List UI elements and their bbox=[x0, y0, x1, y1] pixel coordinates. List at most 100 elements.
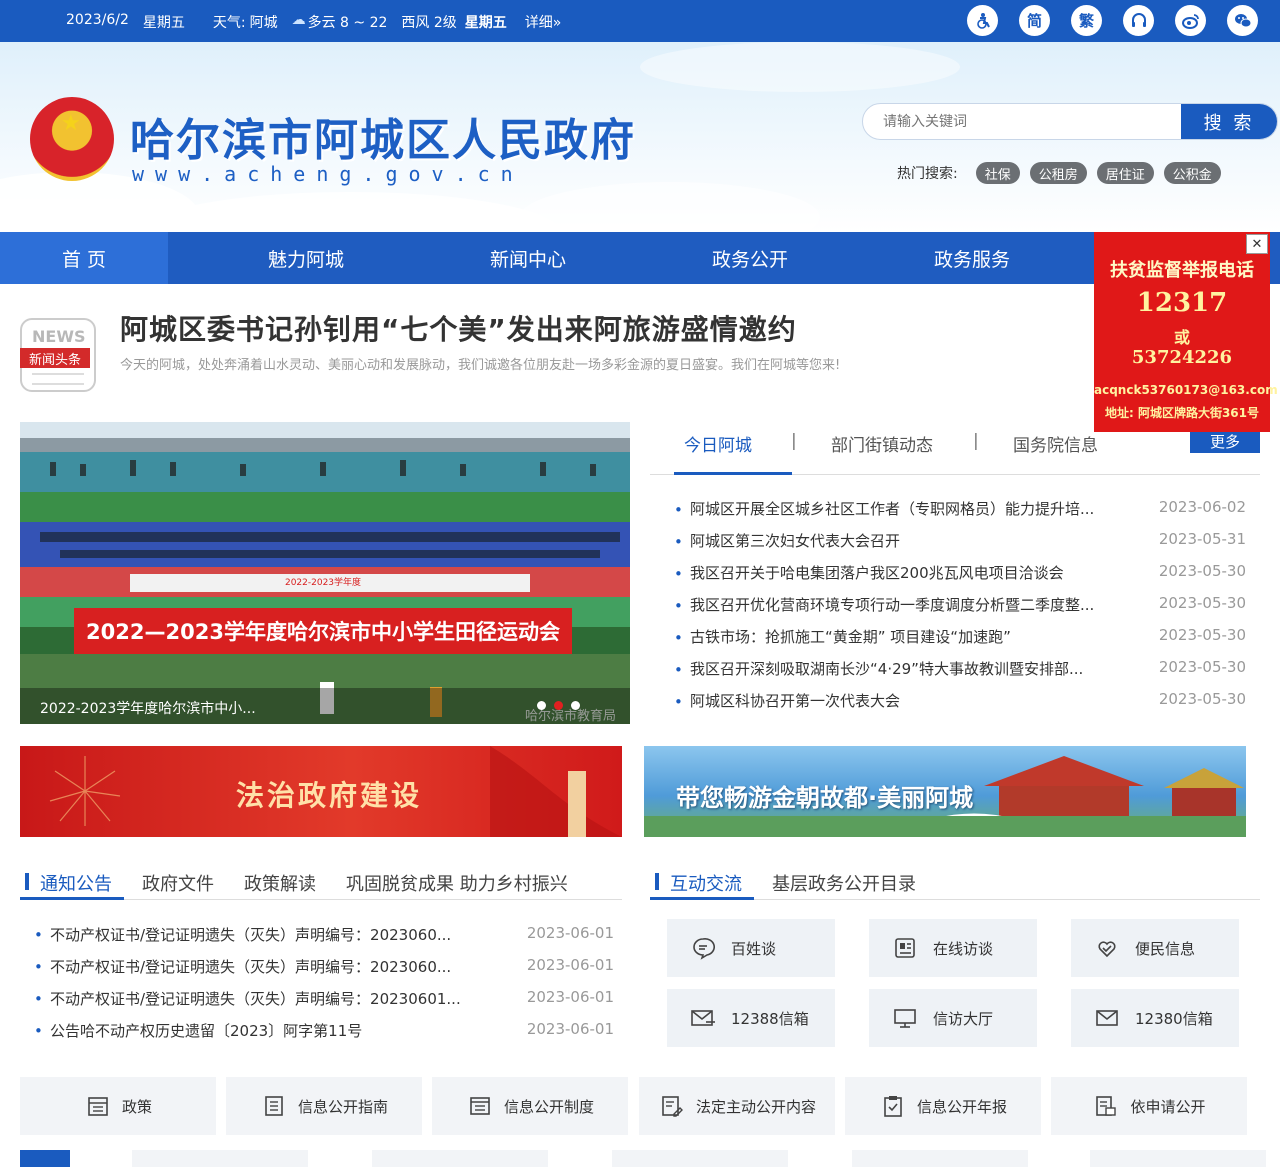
site-url: www.acheng.gov.cn bbox=[132, 162, 524, 186]
ad-title: 扶贫监督举报电话 bbox=[1110, 260, 1254, 281]
list-item[interactable]: • 我区召开优化营商环境专项行动一季度调度分析暨二季度整... 2023-05-30 bbox=[674, 594, 1246, 626]
policy-button[interactable]: 政策 bbox=[20, 1077, 216, 1135]
nav-home[interactable]: 首 页 bbox=[0, 232, 168, 284]
nav-news-center[interactable]: 新闻中心 bbox=[444, 232, 612, 284]
search-input[interactable] bbox=[863, 104, 1181, 139]
news-headline-badge: NEWS 新闻头条 bbox=[20, 318, 96, 392]
site-header: ★ 哈尔滨市阿城区人民政府 www.acheng.gov.cn 搜 索 热门搜索… bbox=[0, 42, 1280, 232]
tab-department-news[interactable]: 部门街镇动态 bbox=[831, 431, 933, 456]
news-list: • 阿城区开展全区城乡社区工作者（专职网格员）能力提升培... 2023-06-02… bbox=[674, 498, 1246, 722]
carousel-dot-active[interactable] bbox=[554, 701, 563, 710]
carousel-dot[interactable] bbox=[571, 701, 580, 710]
tab-interaction[interactable]: 互动交流 bbox=[670, 870, 742, 896]
badge-cn: 新闻头条 bbox=[20, 348, 90, 368]
mailbox-12380-label: 12380信箱 bbox=[1135, 1009, 1213, 1028]
tab-state-council[interactable]: 国务院信息 bbox=[1013, 431, 1098, 456]
active-tab-underline bbox=[650, 897, 754, 900]
next-section-item bbox=[852, 1150, 1028, 1167]
rule-of-law-banner[interactable]: 法治政府建设 bbox=[20, 746, 622, 837]
active-tab-underline bbox=[674, 472, 792, 475]
carousel-banner-top: 2022-2023学年度 bbox=[285, 576, 361, 588]
tab-rural-revitalization[interactable]: 巩固脱贫成果 助力乡村振兴 bbox=[346, 870, 568, 896]
mailbox-12388-button[interactable]: 12388信箱 bbox=[667, 989, 835, 1047]
list-item[interactable]: • 阿城区开展全区城乡社区工作者（专职网格员）能力提升培... 2023-06-02 bbox=[674, 498, 1246, 530]
hot-tag-public-rental[interactable]: 公租房 bbox=[1029, 162, 1087, 184]
statutory-disclosure-button[interactable]: 法定主动公开内容 bbox=[639, 1077, 835, 1135]
list-item[interactable]: • 公告哈不动产权历史遗留〔2023〕阿字第11号 2023-06-01 bbox=[34, 1020, 614, 1052]
carousel-photo: 2022—2023学年度哈尔滨市中小学生田径运动会 2022-2023学年度 哈… bbox=[20, 422, 630, 724]
public-talk-button[interactable]: 百姓谈 bbox=[667, 919, 835, 977]
info-guide-button[interactable]: 信息公开指南 bbox=[226, 1077, 422, 1135]
search-button[interactable]: 搜 索 bbox=[1181, 104, 1277, 139]
online-interview-button[interactable]: 在线访谈 bbox=[869, 919, 1037, 977]
convenience-info-label: 便民信息 bbox=[1135, 939, 1196, 958]
tab-government-documents[interactable]: 政府文件 bbox=[142, 870, 214, 896]
calendar-icon bbox=[84, 1092, 112, 1120]
next-section-item bbox=[612, 1150, 788, 1167]
weather-label: 天气: bbox=[212, 15, 246, 31]
ad-or: 或 bbox=[1173, 328, 1190, 347]
date-weather-info: 2023/6/2 星期五 天气: 阿城 ☁ 多云 8 ~ 22 西风 2级 星期… bbox=[66, 12, 561, 32]
hot-tag-residence-permit[interactable]: 居住证 bbox=[1096, 162, 1154, 184]
list-item[interactable]: • 阿城区第三次妇女代表大会召开 2023-05-31 bbox=[674, 530, 1246, 562]
tab-notices[interactable]: 通知公告 bbox=[40, 870, 112, 896]
monitor-icon bbox=[891, 1004, 919, 1032]
tab-separator: | bbox=[791, 431, 797, 451]
hot-search-label: 热门搜索: bbox=[897, 166, 958, 182]
petition-hall-button[interactable]: 信访大厅 bbox=[869, 989, 1037, 1047]
more-button[interactable]: 更多 bbox=[1190, 429, 1260, 453]
list-item[interactable]: • 不动产权证书/登记证明遗失（灭失）声明编号：2023060... 2023-06… bbox=[34, 924, 614, 956]
interact-tabs: 互动交流 基层政务公开目录 bbox=[650, 860, 1260, 900]
headline-summary: 今天的阿城，处处奔涌着山水灵动、美丽心动和发展脉动，我们诚邀各位朋友赴一场多彩金… bbox=[120, 358, 841, 373]
online-interview-label: 在线访谈 bbox=[933, 939, 994, 958]
annual-report-button[interactable]: 信息公开年报 bbox=[845, 1077, 1041, 1135]
heart-hand-icon bbox=[1093, 934, 1121, 962]
hot-tag-housing-fund[interactable]: 公积金 bbox=[1163, 162, 1221, 184]
close-icon[interactable]: ✕ bbox=[1246, 234, 1268, 254]
traditional-chinese-button[interactable]: 繁 bbox=[1071, 5, 1102, 36]
list-item[interactable]: • 古铁市场：抢抓施工“黄金期” 项目建设“加速跑” 2023-05-30 bbox=[674, 626, 1246, 658]
mailbox-12380-button[interactable]: 12380信箱 bbox=[1071, 989, 1239, 1047]
weather-detail-link[interactable]: 详细» bbox=[525, 12, 562, 32]
news-carousel[interactable]: 2022—2023学年度哈尔滨市中小学生田径运动会 2022-2023学年度 哈… bbox=[20, 422, 630, 724]
info-system-label: 信息公开制度 bbox=[503, 1097, 594, 1116]
active-tab-underline bbox=[20, 897, 124, 900]
weibo-icon[interactable] bbox=[1175, 5, 1206, 36]
ad-phone-1: 12317 bbox=[1136, 288, 1228, 318]
weather-weekday: 星期五 bbox=[464, 15, 507, 31]
accessibility-icon[interactable] bbox=[967, 5, 998, 36]
nav-government-affairs[interactable]: 政务公开 bbox=[612, 232, 888, 284]
tourism-banner[interactable]: 带您畅游金朝故都·美丽阿城 bbox=[644, 746, 1246, 837]
convenience-info-button[interactable]: 便民信息 bbox=[1071, 919, 1239, 977]
mailbox-12388-label: 12388信箱 bbox=[731, 1009, 809, 1028]
simplified-chinese-button[interactable]: 简 bbox=[1019, 5, 1050, 36]
info-system-button[interactable]: 信息公开制度 bbox=[432, 1077, 628, 1135]
list-item[interactable]: • 我区召开关于哈电集团落户我区200兆瓦风电项目洽谈会 2023-05-30 bbox=[674, 562, 1246, 594]
notice-list: • 不动产权证书/登记证明遗失（灭失）声明编号：2023060... 2023-06… bbox=[34, 924, 614, 1052]
hot-tag-social-security[interactable]: 社保 bbox=[975, 162, 1020, 184]
envelope-icon bbox=[1093, 1004, 1121, 1032]
info-guide-label: 信息公开指南 bbox=[297, 1097, 388, 1116]
list-item[interactable]: • 不动产权证书/登记证明遗失（灭失）声明编号：20230601... 2023-0… bbox=[34, 988, 614, 1020]
nav-government-services[interactable]: 政务服务 bbox=[888, 232, 1056, 284]
national-emblem-logo: ★ bbox=[30, 97, 114, 181]
list-item[interactable]: • 我区召开深刻吸取湖南长沙“4·29”特大事故教训暨安排部... 2023-05-… bbox=[674, 658, 1246, 690]
wechat-icon[interactable] bbox=[1227, 5, 1258, 36]
poverty-report-float-ad[interactable]: ✕ 扶贫监督举报电话 12317 或 53724226 acqnck537601… bbox=[1094, 232, 1278, 432]
nav-charm-acheng[interactable]: 魅力阿城 bbox=[168, 232, 444, 284]
headset-icon[interactable] bbox=[1123, 5, 1154, 36]
list-item[interactable]: • 阿城区科协召开第一次代表大会 2023-05-30 bbox=[674, 690, 1246, 722]
ad-address: 地址: 阿城区牌路大街361号 bbox=[1104, 406, 1260, 420]
carousel-dot[interactable] bbox=[537, 701, 546, 710]
apply-disclosure-label: 依申请公开 bbox=[1130, 1097, 1206, 1116]
next-section-tab bbox=[20, 1150, 70, 1167]
tab-policy-interpretation[interactable]: 政策解读 bbox=[244, 870, 316, 896]
headline-title[interactable]: 阿城区委书记孙钊用“七个美”发出来阿旅游盛情邀约 bbox=[120, 308, 797, 348]
list-item[interactable]: • 不动产权证书/登记证明遗失（灭失）声明编号：2023060... 2023-06… bbox=[34, 956, 614, 988]
apply-disclosure-button[interactable]: 依申请公开 bbox=[1051, 1077, 1247, 1135]
tab-grassroots-catalog[interactable]: 基层政务公开目录 bbox=[772, 870, 916, 896]
doc-edit-icon bbox=[658, 1092, 686, 1120]
tab-today-acheng[interactable]: 今日阿城 bbox=[684, 431, 752, 456]
site-title[interactable]: 哈尔滨市阿城区人民政府 bbox=[130, 104, 636, 168]
mail-send-icon bbox=[689, 1004, 717, 1032]
